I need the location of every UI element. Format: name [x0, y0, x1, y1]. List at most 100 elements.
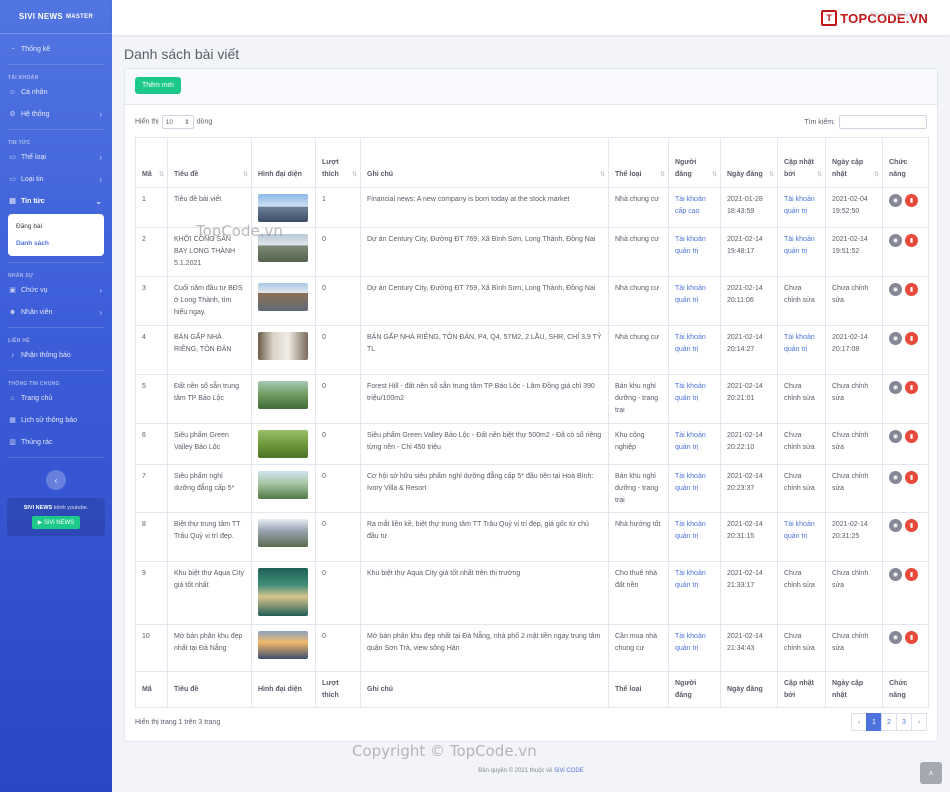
- eye-icon[interactable]: ◉: [889, 519, 902, 532]
- column-header[interactable]: Ghi chú ⇅: [360, 137, 609, 188]
- trash-icon[interactable]: ▮: [905, 283, 918, 296]
- eye-icon[interactable]: ◉: [889, 283, 902, 296]
- sidebar-divider: [8, 327, 104, 328]
- cell-poster-text[interactable]: Tài khoản quản trị: [675, 570, 706, 589]
- eye-icon[interactable]: ◉: [889, 194, 902, 207]
- cell-updater-text[interactable]: Tài khoản quản trị: [784, 196, 815, 215]
- table-row: 1 Tiêu đề bài viết 1 Financial news: A new …: [135, 187, 929, 228]
- sidebar-item-system[interactable]: ⚙ Hệ thống ›: [0, 103, 112, 125]
- trash-icon[interactable]: ▮: [905, 471, 918, 484]
- eye-icon[interactable]: ◉: [889, 568, 902, 581]
- sidebar-item-news[interactable]: ▤ Tin tức ⌄: [0, 190, 112, 212]
- column-header[interactable]: Tiêu đề ⇅: [167, 137, 252, 188]
- eye-icon[interactable]: ◉: [889, 381, 902, 394]
- next-page-button[interactable]: ›: [911, 713, 927, 731]
- eye-icon[interactable]: ◉: [889, 332, 902, 345]
- eye-icon[interactable]: ◉: [889, 430, 902, 443]
- sidebar-item-employee[interactable]: ☻ Nhân viên ›: [0, 301, 112, 323]
- cell-id-text: 3: [142, 285, 146, 292]
- sidebar-item-category[interactable]: ▭ Thể loại ›: [0, 146, 112, 168]
- sidebar-item-history[interactable]: ▦ Lịch sử thông báo: [0, 409, 112, 431]
- cell-note-text: Ra mắt liền kề, biệt thự trung tâm TT Tr…: [367, 521, 589, 540]
- sidebar-divider: [8, 129, 104, 130]
- column-header[interactable]: Thể loại ⇅: [608, 137, 669, 188]
- column-header[interactable]: Ngày cập nhật ⇅: [825, 137, 883, 188]
- cell-poster: Tài khoản quản trị: [668, 561, 721, 625]
- cell-updater-text[interactable]: Tài khoản quản trị: [784, 521, 815, 540]
- cell-id-text: 5: [142, 383, 146, 390]
- cell-updated: 2021-02-14 19:51:52: [825, 227, 883, 277]
- prev-page-button[interactable]: ‹: [851, 713, 867, 731]
- cell-updater-text: Chưa chỉnh sửa: [784, 570, 815, 589]
- column-header[interactable]: Mã ⇅: [135, 137, 168, 188]
- cell-note: Dự án Century City, Đường ĐT 769, Xã Bìn…: [360, 276, 609, 326]
- trash-icon[interactable]: ▮: [905, 332, 918, 345]
- column-header-label: Hình đại diện: [258, 171, 302, 178]
- trash-icon[interactable]: ▮: [905, 568, 918, 581]
- promo-button[interactable]: ▶ SiVi NEWS: [31, 516, 81, 529]
- cell-poster-text[interactable]: Tài khoản quản trị: [675, 383, 706, 402]
- cell-thumbnail: [251, 276, 316, 326]
- sort-icon: ⇅: [768, 172, 774, 178]
- search-label: Tìm kiếm:: [804, 118, 835, 126]
- sidebar-item-position[interactable]: ▣ Chức vụ ›: [0, 279, 112, 301]
- cell-poster-text[interactable]: Tài khoản quản trị: [675, 236, 706, 255]
- column-header-label: Ngày cập nhật: [832, 159, 864, 178]
- page-button[interactable]: 2: [881, 713, 897, 731]
- trash-icon[interactable]: ▮: [905, 430, 918, 443]
- cell-poster-text[interactable]: Tài khoản quản trị: [675, 334, 706, 353]
- eye-icon[interactable]: ◉: [889, 471, 902, 484]
- cell-title: Siêu phẩm Green Valley Bảo Lộc: [167, 423, 252, 465]
- brand-name: SIVI NEWS: [18, 12, 63, 21]
- eye-icon[interactable]: ◉: [889, 234, 902, 247]
- cell-poster-text[interactable]: Tài khoản quản trị: [675, 473, 706, 492]
- add-new-button[interactable]: Thêm mới: [135, 77, 181, 94]
- sidebar-item-dashboard[interactable]: ◔ Thống kê: [0, 38, 112, 60]
- sidebar-item-personal[interactable]: ☺ Cá nhân: [0, 81, 112, 103]
- cell-title: Tiêu đề bài viết: [167, 187, 252, 228]
- search-input[interactable]: [839, 115, 927, 129]
- copyright-link[interactable]: SiVi CODE: [554, 768, 584, 774]
- sidebar-item-news-type[interactable]: ▭ Loại tin ›: [0, 168, 112, 190]
- entries-select[interactable]: 10 ⇕: [161, 115, 194, 129]
- cell-posted: 2021-02-14 20:31:15: [720, 512, 778, 562]
- promo-button-label: SiVi NEWS: [44, 520, 75, 526]
- cell-poster-text[interactable]: Tài khoản quản trị: [675, 432, 706, 451]
- trash-icon[interactable]: ▮: [905, 234, 918, 247]
- cell-category-text: Nhà hướng tốt: [615, 521, 661, 528]
- trash-icon[interactable]: ▮: [905, 631, 918, 644]
- sidebar-item-notify[interactable]: ♪ Nhận thông báo: [0, 344, 112, 366]
- cell-title-text: Siêu phẩm nghỉ dưỡng đẳng cấp 5*: [174, 473, 235, 492]
- sidebar-item-home[interactable]: ⌂ Trang chủ: [0, 387, 112, 409]
- sidebar-item-label: Thể loại: [21, 153, 46, 161]
- trash-icon[interactable]: ▮: [905, 519, 918, 532]
- scroll-top-button[interactable]: ˄: [920, 762, 942, 784]
- cell-updater-text[interactable]: Tài khoản quản trị: [784, 334, 815, 353]
- sidebar-brand[interactable]: SIVI NEWS MASTER: [0, 0, 112, 34]
- column-header[interactable]: Ngày đăng ⇅: [720, 137, 778, 188]
- cell-poster-text[interactable]: Tài khoản quản trị: [675, 633, 706, 652]
- trash-icon[interactable]: ▮: [905, 381, 918, 394]
- column-header[interactable]: Lượt thích ⇅: [315, 137, 361, 188]
- site-logo[interactable]: T TOPCODE.VN Xin chào quản trị: [821, 10, 928, 26]
- sort-icon: ⇅: [816, 172, 822, 178]
- row-actions: ◉ ▮: [889, 430, 922, 443]
- column-footer: Ngày đăng: [720, 671, 778, 708]
- eye-icon[interactable]: ◉: [889, 631, 902, 644]
- cell-poster-text[interactable]: Tài khoản quản trị: [675, 521, 706, 540]
- sidebar-item-trash[interactable]: ▥ Thùng rác: [0, 431, 112, 453]
- sidebar-toggle-button[interactable]: ‹: [46, 470, 66, 490]
- page-button[interactable]: 1: [866, 713, 882, 731]
- trash-icon[interactable]: ▮: [905, 194, 918, 207]
- column-header[interactable]: Cập nhật bởi ⇅: [777, 137, 826, 188]
- page-button[interactable]: 3: [896, 713, 912, 731]
- column-header[interactable]: Người đăng ⇅: [668, 137, 721, 188]
- cell-note-text: Siêu phẩm Green Valley Bảo Lộc - Đất nền…: [367, 432, 602, 451]
- cell-poster-text[interactable]: Tài khoản quản trị: [675, 285, 706, 304]
- cell-updater-text[interactable]: Tài khoản quản trị: [784, 236, 815, 255]
- submenu-item-list[interactable]: Danh sách: [8, 235, 104, 252]
- submenu-item-post[interactable]: Đăng bài: [8, 218, 104, 235]
- pagination: ‹ 1 2 3 ›: [851, 713, 927, 731]
- sort-icon: ⇅: [158, 172, 164, 178]
- cell-poster-text[interactable]: Tài khoản cấp cao: [675, 196, 706, 215]
